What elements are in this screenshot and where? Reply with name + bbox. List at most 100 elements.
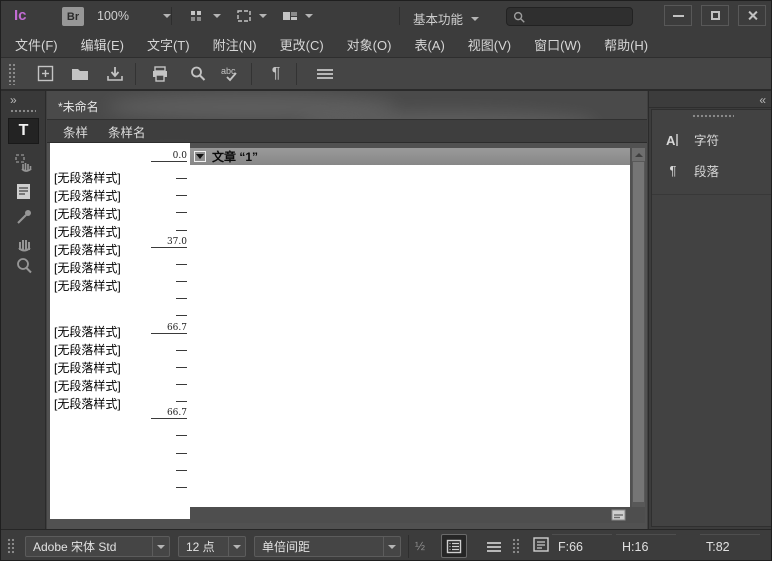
menu-item[interactable]: 附注(N) (213, 35, 257, 54)
statusbar-grip[interactable] (7, 538, 14, 555)
style-rows-group: [无段落样式][无段落样式][无段落样式][无段落样式][无段落样式][无段落样… (54, 169, 154, 295)
expand-tools-icon[interactable]: » (10, 93, 15, 107)
paragraph-style-row[interactable]: [无段落样式] (54, 359, 154, 377)
hidden-characters-button[interactable]: ¶ (263, 61, 289, 87)
view-options-menu[interactable] (189, 8, 221, 24)
collapse-dock-icon[interactable]: « (759, 93, 764, 107)
document-tab[interactable]: *未命名 (58, 98, 99, 115)
paragraph-style-row[interactable]: [无段落样式] (54, 395, 154, 413)
search-icon (188, 64, 208, 83)
divider (408, 535, 409, 558)
character-panel-button[interactable]: A 字符 (652, 124, 771, 155)
zoom-level-dropdown[interactable]: 100% (97, 9, 171, 23)
menu-item[interactable]: 文字(T) (147, 35, 190, 54)
hand-frame-icon (13, 152, 35, 174)
statusbar-menu-button[interactable] (481, 534, 507, 558)
workspace-switcher[interactable]: 基本功能 (413, 9, 479, 28)
incopy-window: Ic Br 100% 基本功 (0, 0, 772, 561)
scrollbar-thumb[interactable] (633, 162, 644, 502)
paragraph-style-row[interactable]: [无段落样式] (54, 341, 154, 359)
titlebar: Ic Br 100% 基本功 (1, 1, 772, 31)
collapse-story-control[interactable] (194, 151, 206, 162)
menu-item[interactable]: 文件(F) (15, 35, 58, 54)
screen-mode-menu[interactable] (235, 8, 267, 24)
list-view-icon (446, 539, 462, 554)
maximize-button[interactable] (701, 5, 729, 26)
copyfit-lines-stat: F:66 (558, 540, 583, 554)
toolbar-grip[interactable] (8, 63, 16, 85)
tools-grip[interactable] (10, 109, 36, 114)
dock-grip[interactable] (692, 114, 734, 119)
paragraph-style-row[interactable]: [无段落样式] (54, 205, 154, 223)
ruler-tick (176, 264, 187, 265)
statusbar-grip[interactable] (512, 538, 519, 555)
svg-text:A: A (666, 133, 676, 148)
font-family-select[interactable]: Adobe 宋体 Std (25, 536, 170, 557)
eyedropper-tool[interactable] (8, 204, 39, 230)
arrange-documents-menu[interactable] (281, 8, 313, 24)
copyfit-total-stat: T:82 (706, 540, 730, 554)
hand-tool[interactable] (8, 229, 39, 255)
paragraph-style-row[interactable]: [无段落样式] (54, 259, 154, 277)
triangle-down-icon (196, 154, 204, 159)
search-input[interactable] (526, 11, 626, 23)
font-family-value: Adobe 宋体 Std (26, 538, 152, 555)
vertical-scrollbar[interactable] (632, 148, 645, 507)
menu-item[interactable]: 对象(O) (347, 35, 392, 54)
bridge-button[interactable]: Br (62, 7, 84, 26)
ruler-tick (176, 384, 187, 385)
new-document-button[interactable] (32, 61, 58, 87)
galley-info-toggle[interactable] (441, 534, 467, 558)
scroll-up-button[interactable] (632, 148, 645, 161)
find-change-button[interactable] (185, 61, 211, 87)
workspace-label: 基本功能 (413, 9, 463, 28)
position-tool[interactable] (8, 150, 39, 176)
search-box[interactable] (506, 7, 633, 26)
minimize-button[interactable] (664, 5, 692, 26)
zoom-tool[interactable] (8, 253, 39, 279)
open-document-button[interactable] (67, 61, 93, 87)
ruler-label: 66.7 (151, 323, 187, 334)
menu-item[interactable]: 更改(C) (280, 35, 324, 54)
page-icon (610, 508, 627, 522)
menu-item[interactable]: 帮助(H) (604, 35, 648, 54)
story-header-bar[interactable]: 文章 “1” (190, 148, 630, 165)
font-size-select[interactable]: 12 点 (178, 536, 246, 557)
close-button[interactable] (738, 5, 766, 26)
menu-item[interactable]: 表(A) (414, 35, 444, 54)
save-button[interactable] (102, 61, 128, 87)
menu-item[interactable]: 编辑(E) (81, 35, 124, 54)
eyedropper-icon (13, 206, 35, 228)
story-editor[interactable]: 文章 “1” (190, 148, 630, 507)
paragraph-style-row[interactable]: [无段落样式] (54, 223, 154, 241)
menu-item[interactable]: 视图(V) (468, 35, 511, 54)
view-tab-story[interactable]: 条样名 (108, 122, 146, 141)
spell-check-button[interactable]: abc (218, 61, 244, 87)
paragraph-style-row[interactable]: [无段落样式] (54, 377, 154, 395)
new-document-icon (36, 64, 55, 83)
print-button[interactable] (147, 61, 173, 87)
note-icon (13, 181, 35, 203)
menu-bar: 文件(F) 编辑(E) 文字(T) 附注(N) 更改(C) 对象(O) 表(A) 视图(V) 窗… (1, 31, 772, 58)
view-tab-galley[interactable]: 条样 (63, 122, 88, 141)
paragraph-panel-button[interactable]: ¶ 段落 (652, 155, 771, 186)
fraction-button[interactable]: ½ (415, 539, 425, 553)
paragraph-style-row[interactable]: [无段落样式] (54, 187, 154, 205)
hand-icon (13, 231, 35, 253)
type-tool[interactable]: T (8, 118, 39, 144)
divider (251, 63, 252, 85)
leading-select[interactable]: 单倍间距 (254, 536, 401, 557)
window-controls (664, 5, 766, 26)
ruler-tick (176, 281, 187, 282)
toolbar-menu-button[interactable] (312, 61, 338, 87)
paragraph-style-row[interactable]: [无段落样式] (54, 169, 154, 187)
tools-panel: » T (1, 91, 46, 529)
paragraph-style-row[interactable]: [无段落样式] (54, 323, 154, 341)
chevron-down-icon (305, 14, 313, 18)
menu-item[interactable]: 窗口(W) (534, 35, 581, 54)
note-tool[interactable] (8, 179, 39, 205)
page-fit-button[interactable] (610, 508, 627, 527)
paragraph-style-row[interactable]: [无段落样式] (54, 241, 154, 259)
paragraph-style-row[interactable]: [无段落样式] (54, 277, 154, 295)
chevron-down-icon (213, 14, 221, 18)
